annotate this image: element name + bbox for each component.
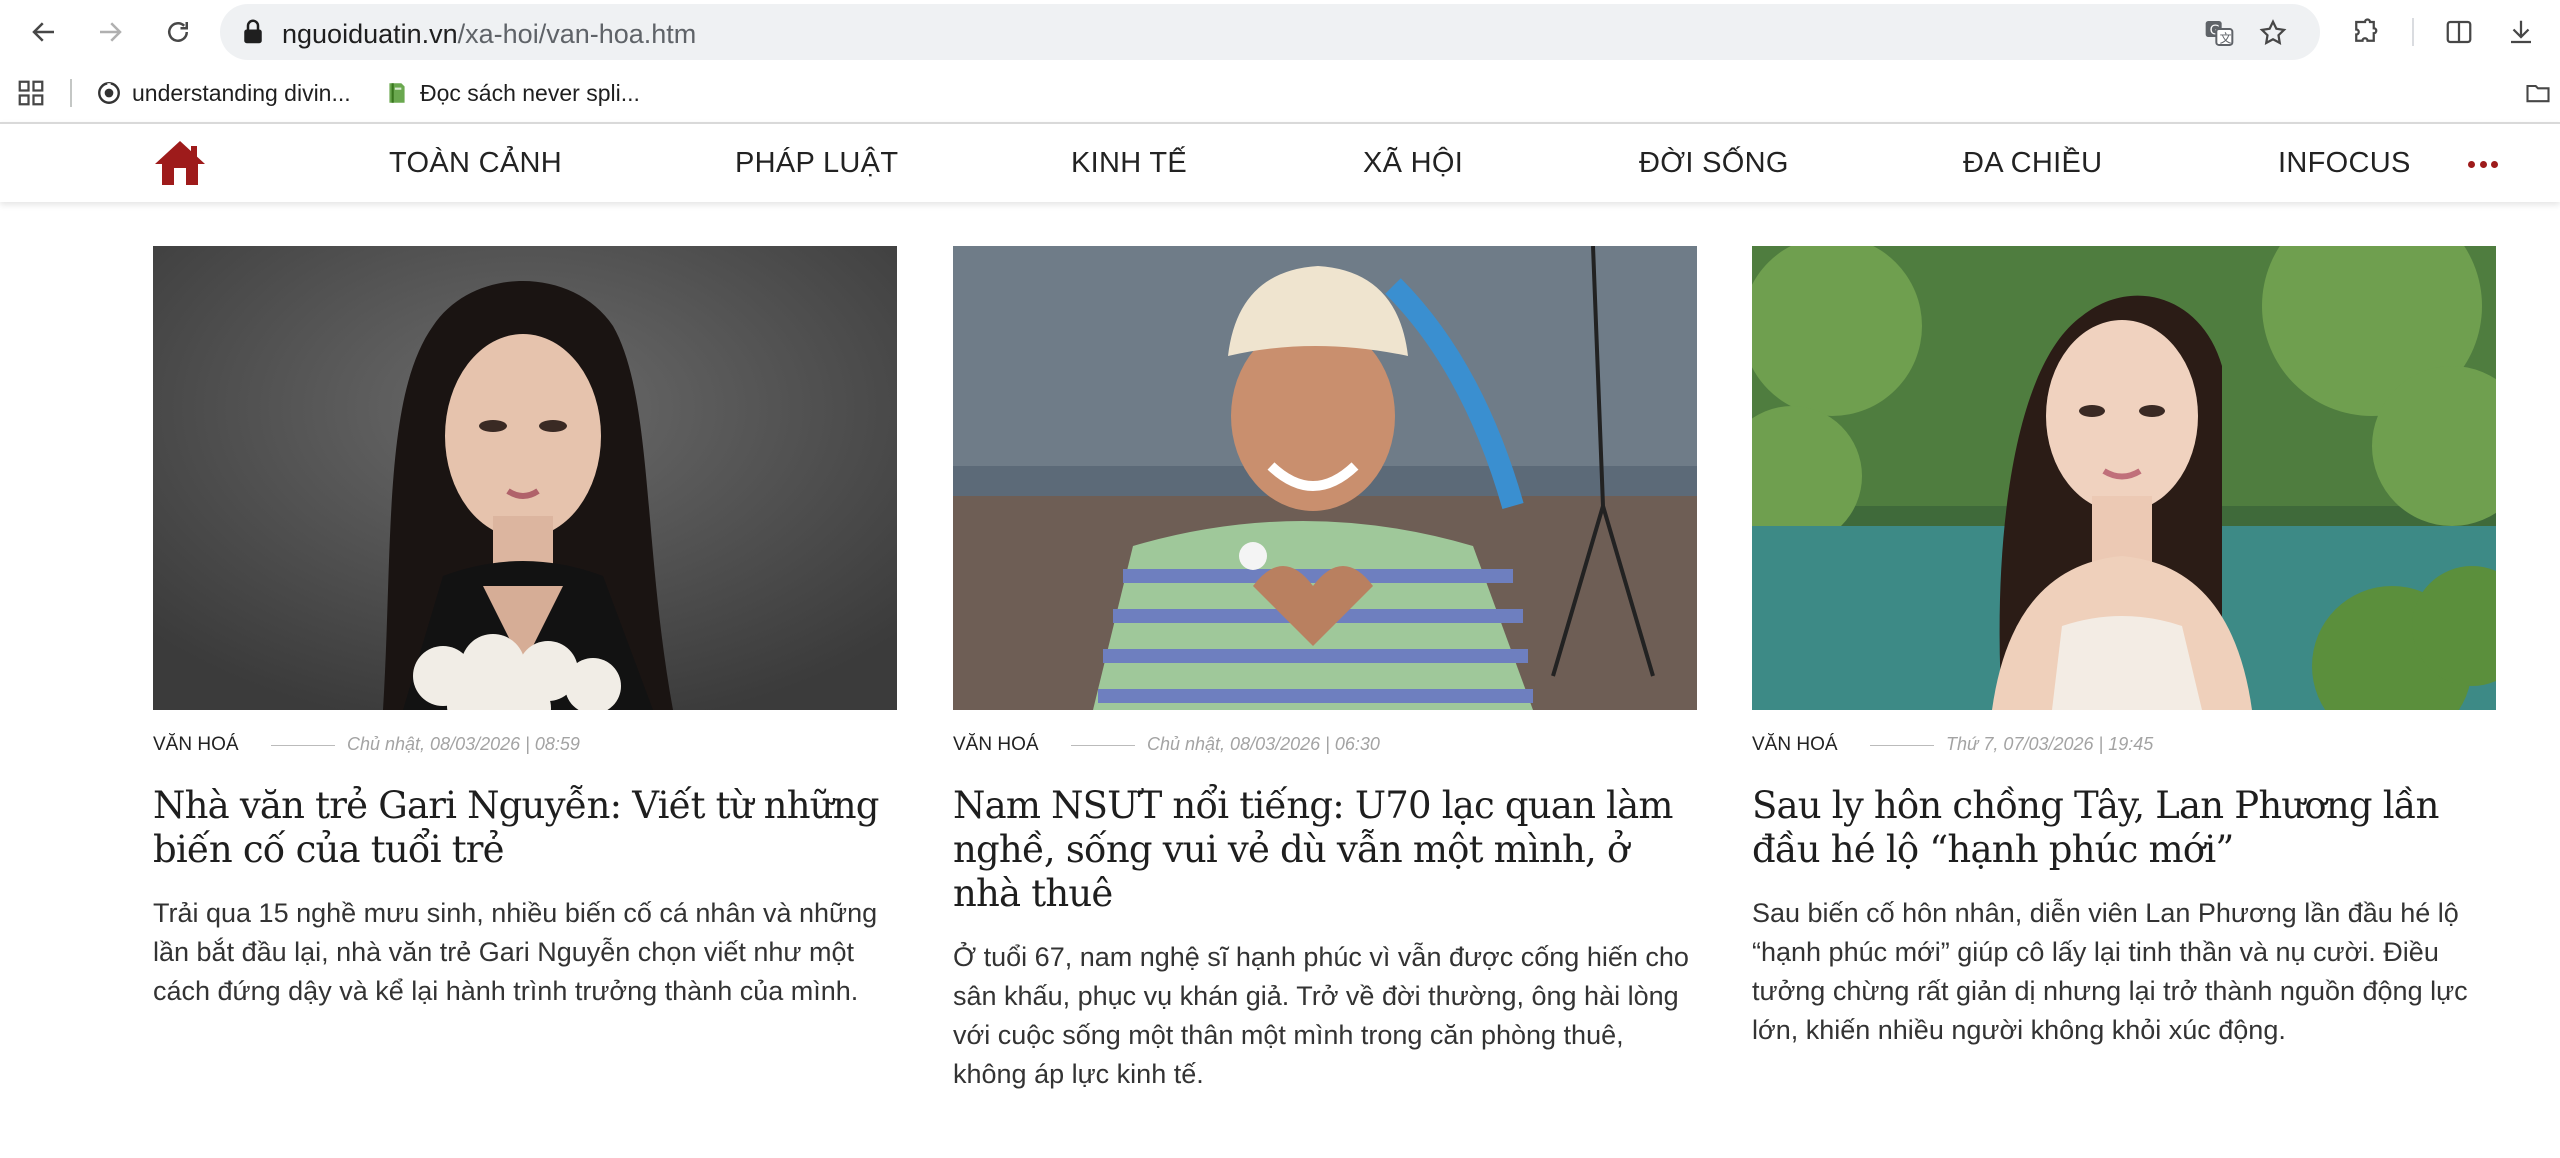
article-card: VĂN HOÁ Chủ nhật, 08/03/2026 | 08:59 Nhà… bbox=[153, 246, 897, 1011]
bookmark-label: understanding divin... bbox=[132, 79, 351, 106]
target-icon bbox=[98, 82, 120, 104]
article-card: VĂN HOÁ Thứ 7, 07/03/2026 | 19:45 Sau ly… bbox=[1752, 246, 2496, 1050]
reload-button[interactable] bbox=[156, 10, 200, 54]
translate-icon[interactable]: G文 bbox=[2202, 16, 2236, 50]
article-title[interactable]: Nam NSƯT nổi tiếng: U70 lạc quan làm ngh… bbox=[953, 784, 1697, 916]
url-path: /xa-hoi/van-hoa.htm bbox=[457, 19, 697, 49]
category-label[interactable]: VĂN HOÁ bbox=[1752, 734, 1838, 756]
bookmark-item-understanding[interactable]: understanding divin... bbox=[96, 64, 351, 122]
browser-toolbar: nguoiduatin.vn/xa-hoi/van-hoa.htm G文 bbox=[0, 0, 2560, 64]
article-image-lan-phuong[interactable] bbox=[1752, 246, 2496, 710]
article-image-gari-nguyen[interactable] bbox=[153, 246, 897, 710]
article-summary: Trải qua 15 nghề mưu sinh, nhiều biến cố… bbox=[153, 898, 878, 1006]
nav-item-doi-song[interactable]: ĐỜI SỐNG bbox=[1639, 147, 1789, 180]
publish-date: Thứ 7, 07/03/2026 | 19:45 bbox=[1946, 734, 2154, 754]
bookmarks-divider bbox=[70, 79, 72, 107]
bookmark-star-icon[interactable] bbox=[2256, 16, 2290, 50]
article-summary: Ở tuổi 67, nam nghệ sĩ hạnh phúc vì vẫn … bbox=[953, 942, 1689, 1089]
more-menu-icon[interactable] bbox=[2468, 152, 2498, 176]
article-image-nsut[interactable] bbox=[953, 246, 1697, 710]
reload-icon bbox=[168, 22, 188, 42]
article-summary: Sau biến cố hôn nhân, diễn viên Lan Phươ… bbox=[1752, 898, 2468, 1045]
folder-icon[interactable] bbox=[2524, 79, 2552, 107]
back-button[interactable] bbox=[22, 10, 66, 54]
meta-divider bbox=[1071, 745, 1135, 746]
book-icon bbox=[389, 83, 405, 103]
home-icon[interactable] bbox=[152, 138, 208, 188]
toolbar-divider bbox=[2412, 18, 2414, 46]
forward-button[interactable] bbox=[88, 10, 132, 54]
nav-item-da-chieu[interactable]: ĐA CHIỀU bbox=[1963, 147, 2102, 180]
meta-divider bbox=[1870, 745, 1934, 746]
article-card: VĂN HOÁ Chủ nhật, 08/03/2026 | 06:30 Nam… bbox=[953, 246, 1697, 1094]
article-title[interactable]: Sau ly hôn chồng Tây, Lan Phương lần đầu… bbox=[1752, 784, 2496, 872]
url-text: nguoiduatin.vn/xa-hoi/van-hoa.htm bbox=[282, 19, 696, 50]
article-meta: VĂN HOÁ Chủ nhật, 08/03/2026 | 08:59 bbox=[153, 722, 897, 762]
svg-text:文: 文 bbox=[2220, 30, 2232, 45]
bookmark-label: Đọc sách never spli... bbox=[420, 79, 640, 106]
back-arrow-icon bbox=[32, 22, 54, 42]
site-nav: TOÀN CẢNH PHÁP LUẬT KINH TẾ XÃ HỘI ĐỜI S… bbox=[0, 122, 2560, 202]
bookmark-item-doc-sach[interactable]: Đọc sách never spli... bbox=[384, 64, 640, 122]
article-meta: VĂN HOÁ Thứ 7, 07/03/2026 | 19:45 bbox=[1752, 722, 2496, 762]
download-icon[interactable] bbox=[2502, 13, 2540, 51]
url-host: nguoiduatin.vn bbox=[282, 19, 458, 49]
article-title[interactable]: Nhà văn trẻ Gari Nguyễn: Viết từ những b… bbox=[153, 784, 897, 872]
forward-arrow-icon bbox=[100, 22, 122, 42]
apps-grid-icon[interactable] bbox=[16, 78, 46, 108]
article-meta: VĂN HOÁ Chủ nhật, 08/03/2026 | 06:30 bbox=[953, 722, 1697, 762]
address-bar[interactable]: nguoiduatin.vn/xa-hoi/van-hoa.htm G文 bbox=[220, 4, 2320, 60]
side-panel-icon[interactable] bbox=[2440, 13, 2478, 51]
nav-item-phap-luat[interactable]: PHÁP LUẬT bbox=[735, 147, 898, 180]
category-label[interactable]: VĂN HOÁ bbox=[153, 734, 239, 756]
extensions-puzzle-icon[interactable] bbox=[2346, 13, 2384, 51]
meta-divider bbox=[271, 745, 335, 746]
publish-date: Chủ nhật, 08/03/2026 | 06:30 bbox=[1147, 734, 1380, 754]
nav-item-xa-hoi[interactable]: XÃ HỘI bbox=[1363, 147, 1463, 180]
nav-item-infocus[interactable]: INFOCUS bbox=[2278, 147, 2411, 180]
nav-item-toan-canh[interactable]: TOÀN CẢNH bbox=[389, 147, 562, 180]
bookmarks-bar: understanding divin... Đọc sách never sp… bbox=[0, 64, 2560, 122]
publish-date: Chủ nhật, 08/03/2026 | 08:59 bbox=[347, 734, 580, 754]
lock-icon bbox=[244, 19, 262, 44]
nav-item-kinh-te[interactable]: KINH TẾ bbox=[1071, 147, 1187, 180]
category-label[interactable]: VĂN HOÁ bbox=[953, 734, 1039, 756]
